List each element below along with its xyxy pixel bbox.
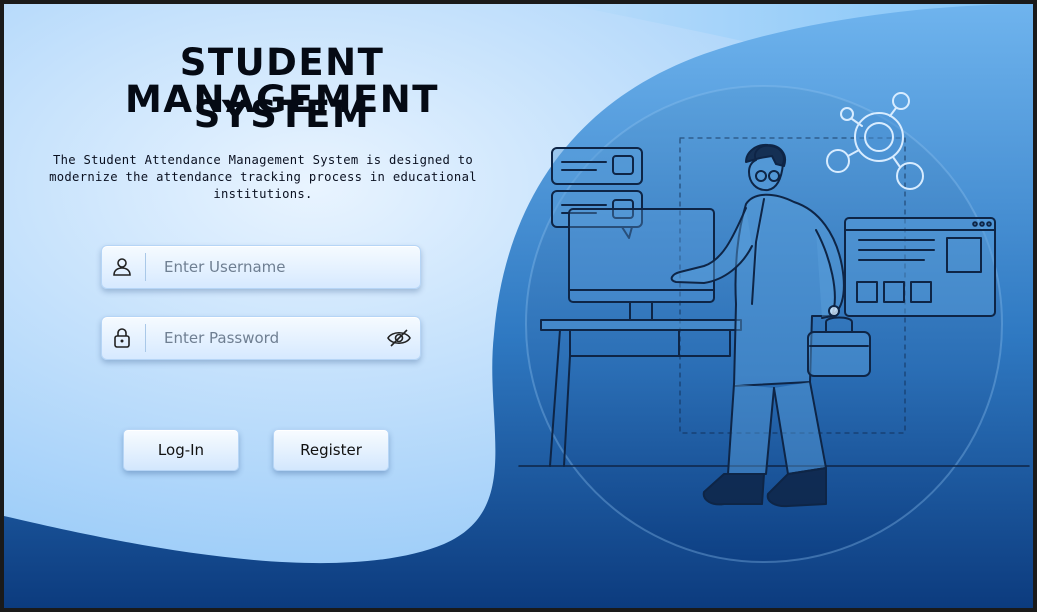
user-icon — [113, 258, 131, 276]
lock-icon — [114, 328, 130, 348]
field-divider — [145, 253, 146, 281]
eye-off-icon[interactable] — [386, 326, 412, 350]
username-input[interactable] — [152, 246, 384, 288]
password-field[interactable] — [101, 316, 421, 360]
password-input[interactable] — [152, 317, 384, 359]
page-description: The Student Attendance Management System… — [49, 153, 477, 201]
register-button[interactable]: Register — [273, 429, 389, 471]
browser-window-icon — [844, 217, 996, 317]
field-divider — [145, 324, 146, 352]
username-field[interactable] — [101, 245, 421, 289]
app-window: STUDENT MANAGEMENT SYSTEM The Student At… — [4, 4, 1033, 608]
login-button[interactable]: Log-In — [123, 429, 239, 471]
page-title-line-2: SYSTEM — [193, 93, 371, 136]
